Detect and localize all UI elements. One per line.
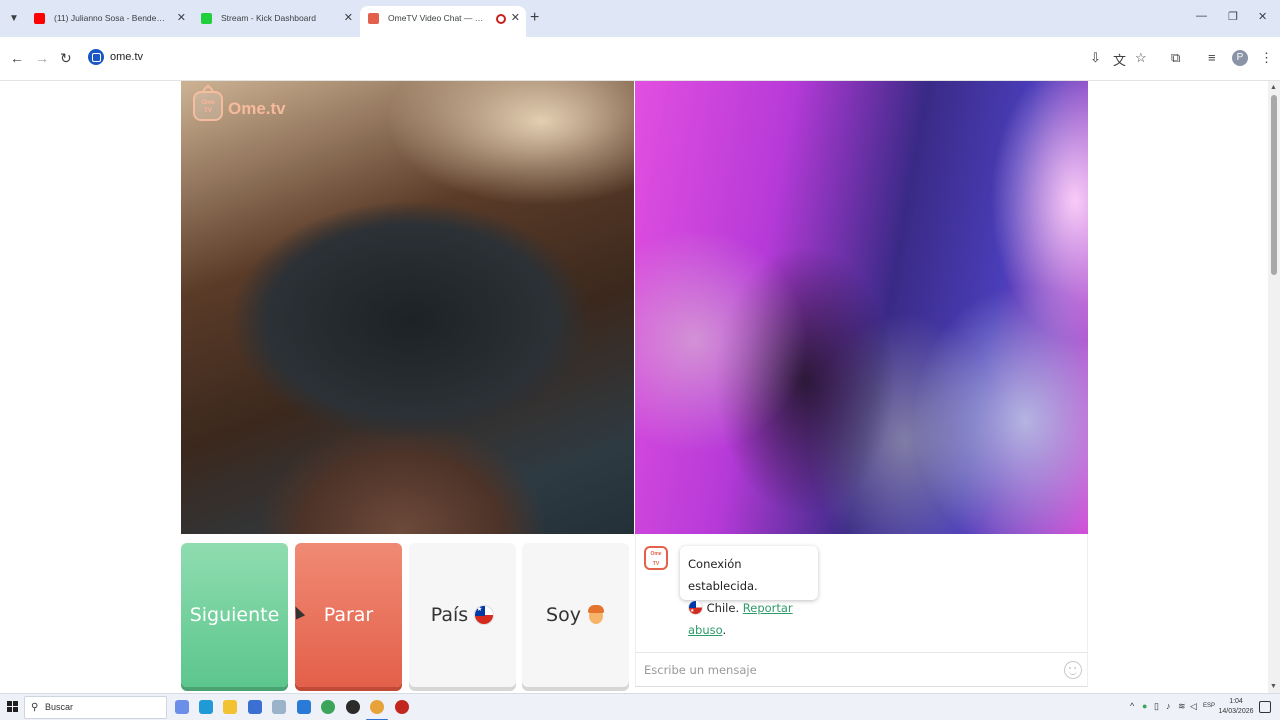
tab-kick[interactable]: Stream - Kick Dashboard ✕ bbox=[193, 6, 359, 37]
close-tab-icon[interactable]: ✕ bbox=[511, 6, 520, 31]
ometv-logo-text: Ome.tv bbox=[228, 99, 286, 118]
next-button-label: Siguiente bbox=[189, 604, 280, 626]
tab-youtube[interactable]: (11) Julianno Sosa - Bendecido (Video Of… bbox=[26, 6, 192, 37]
ometv-avatar: Ome TV bbox=[644, 546, 668, 570]
translate-icon[interactable]: 文 bbox=[1113, 50, 1126, 69]
tab-title: OmeTV Video Chat — Omegle Rand… bbox=[388, 13, 488, 23]
menu-icon[interactable]: ⋮ bbox=[1260, 50, 1273, 66]
chile-flag-icon bbox=[474, 605, 495, 625]
address-bar[interactable]: ome.tv bbox=[110, 51, 143, 63]
vscode-icon[interactable] bbox=[297, 700, 311, 714]
microphone-icon[interactable]: ♪ bbox=[1166, 701, 1171, 711]
taskbar-search-label: Buscar bbox=[45, 702, 74, 712]
tab-search-chevron-icon[interactable]: ▼ bbox=[4, 9, 24, 29]
chat-input-bar bbox=[636, 652, 1087, 686]
partner-country-name: Chile. bbox=[706, 601, 740, 615]
tab-ometv[interactable]: OmeTV Video Chat — Omegle Rand… ✕ bbox=[360, 6, 526, 37]
clock-date: 14/03/2026 bbox=[1218, 708, 1254, 715]
minimize-icon[interactable]: — bbox=[1196, 10, 1207, 22]
media-control-icon[interactable]: ≡ bbox=[1208, 50, 1216, 65]
close-window-icon[interactable]: ✕ bbox=[1258, 10, 1267, 23]
close-tab-icon[interactable]: ✕ bbox=[177, 6, 186, 31]
next-button[interactable]: Siguiente bbox=[181, 543, 288, 687]
edge-icon[interactable] bbox=[199, 700, 213, 714]
local-video: Ome TV Ome.tv bbox=[181, 81, 634, 534]
extensions-icon[interactable]: ⧉ bbox=[1171, 50, 1180, 66]
ometv-icon bbox=[368, 13, 379, 24]
chile-flag-icon bbox=[688, 600, 703, 615]
scroll-down-icon[interactable]: ▼ bbox=[1270, 683, 1277, 690]
bookmark-star-icon[interactable]: ☆ bbox=[1135, 50, 1147, 66]
connection-status-text: Conexión establecida. bbox=[688, 557, 758, 593]
taskbar-search[interactable]: ⚲ Buscar bbox=[24, 696, 167, 719]
browser-toolbar: ← → ↻ ome.tv ⇩ 文 ☆ ⧉ ≡ P ⋮ bbox=[0, 37, 1280, 81]
chat-panel: Ome TV Conexión establecida. Chile. Repo… bbox=[635, 534, 1088, 687]
calculator-icon[interactable] bbox=[248, 700, 262, 714]
tab-strip: ▼ (11) Julianno Sosa - Bendecido (Video … bbox=[0, 0, 1280, 37]
page-content: Ome TV Ome.tv Siguiente Parar País Soy O… bbox=[0, 81, 1268, 693]
scroll-thumb[interactable] bbox=[1271, 95, 1277, 275]
gender-button-label: Soy bbox=[546, 604, 581, 626]
language-indicator[interactable]: ESP bbox=[1203, 703, 1215, 709]
wifi-icon[interactable]: ≋ bbox=[1178, 701, 1186, 712]
country-button-label: País bbox=[430, 604, 469, 626]
battery-icon[interactable]: ▯ bbox=[1154, 701, 1159, 712]
volume-icon[interactable]: ◁ bbox=[1190, 701, 1197, 712]
obs-icon[interactable] bbox=[346, 700, 360, 714]
emoji-icon[interactable] bbox=[1064, 661, 1082, 679]
report-abuse-link[interactable]: Reportar abuso bbox=[688, 601, 793, 637]
forward-icon[interactable]: → bbox=[35, 50, 49, 66]
youtube-icon bbox=[34, 13, 45, 24]
recording-icon bbox=[496, 14, 506, 24]
tab-title: (11) Julianno Sosa - Bendecido (Video Of… bbox=[54, 13, 169, 23]
new-tab-button[interactable]: + bbox=[530, 9, 539, 27]
chrome-icon[interactable] bbox=[321, 700, 335, 714]
reload-icon[interactable]: ↻ bbox=[60, 50, 72, 67]
system-message: Conexión establecida. Chile. Reportar ab… bbox=[680, 546, 818, 637]
profile-avatar[interactable]: P bbox=[1232, 50, 1248, 66]
kick-icon bbox=[201, 13, 212, 24]
notifications-icon[interactable] bbox=[1259, 701, 1271, 713]
clock[interactable]: 1:04 14/03/2026 bbox=[1218, 697, 1254, 717]
boy-face-icon bbox=[587, 604, 605, 626]
message-input[interactable] bbox=[636, 653, 1056, 686]
chrome-active-icon[interactable] bbox=[366, 700, 388, 720]
partner-country-line: Chile. Reportar abuso. bbox=[688, 597, 810, 641]
taskbar: ⚲ Buscar ^ ● ▯ ♪ ≋ ◁ ESP 1:04 14/03/2026 bbox=[0, 693, 1280, 720]
windows-start-icon[interactable] bbox=[7, 701, 18, 712]
site-info-icon[interactable] bbox=[88, 49, 104, 65]
clock-time: 1:04 bbox=[1229, 698, 1243, 705]
stop-button-label: Parar bbox=[323, 604, 374, 626]
tray-app-icon[interactable]: ● bbox=[1142, 701, 1147, 711]
copilot-icon[interactable] bbox=[175, 700, 189, 714]
file-explorer-icon[interactable] bbox=[223, 700, 237, 714]
gender-button[interactable]: Soy bbox=[522, 543, 629, 687]
install-app-icon[interactable]: ⇩ bbox=[1090, 50, 1101, 66]
back-icon[interactable]: ← bbox=[10, 50, 24, 66]
tray-chevron-icon[interactable]: ^ bbox=[1130, 701, 1134, 711]
stop-button[interactable]: Parar bbox=[295, 543, 402, 687]
page-scrollbar[interactable]: ▲ ▼ bbox=[1268, 81, 1280, 693]
country-button[interactable]: País bbox=[409, 543, 516, 687]
close-tab-icon[interactable]: ✕ bbox=[344, 6, 353, 31]
scroll-up-icon[interactable]: ▲ bbox=[1270, 84, 1277, 91]
search-icon: ⚲ bbox=[31, 702, 39, 713]
remote-video bbox=[635, 81, 1088, 534]
recorder-icon[interactable] bbox=[395, 700, 409, 714]
ometv-logo-icon: Ome TV bbox=[193, 84, 223, 121]
tab-title: Stream - Kick Dashboard bbox=[221, 13, 316, 23]
restore-icon[interactable]: ❐ bbox=[1228, 10, 1238, 23]
settings-gear-icon[interactable] bbox=[272, 700, 286, 714]
